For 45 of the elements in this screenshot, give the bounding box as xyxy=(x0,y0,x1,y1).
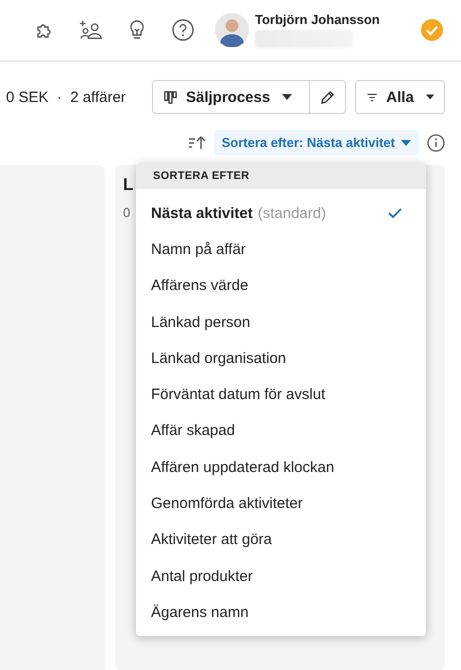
item-label: Länkad organisation xyxy=(151,350,286,367)
board-icon xyxy=(163,90,178,104)
item-label: Länkad person xyxy=(151,314,250,331)
menu-item[interactable]: Förväntat datum för avslut xyxy=(136,376,426,413)
item-label: Affär skapad xyxy=(151,422,235,440)
menu-item[interactable]: Ägarens namn xyxy=(136,594,426,631)
help-icon[interactable] xyxy=(171,18,195,42)
caret-icon xyxy=(426,94,434,100)
pencil-icon xyxy=(320,90,335,104)
user-name: Torbjörn Johansson xyxy=(255,12,381,27)
filter-dropdown[interactable]: Alla xyxy=(355,80,445,114)
item-label: Nästa aktivitet (standard) xyxy=(151,204,326,222)
check-badge-icon[interactable] xyxy=(421,19,443,41)
menu-item[interactable]: Affärens värde xyxy=(136,268,426,304)
menu-item[interactable]: Namn på affär xyxy=(136,231,426,268)
avatar-icon[interactable] xyxy=(215,13,249,47)
menu-item[interactable]: Affär skapad xyxy=(136,412,426,450)
add-people-icon[interactable] xyxy=(79,18,103,42)
column-title: L xyxy=(123,175,134,195)
item-label: Förväntat datum för avslut xyxy=(151,386,326,404)
sort-order-icon[interactable] xyxy=(188,134,206,152)
pipeline-dropdown[interactable]: Säljprocess xyxy=(152,80,310,114)
item-label: Antal produkter xyxy=(151,568,253,585)
caret-icon xyxy=(282,94,292,100)
item-label: Affären uppdaterad klockan xyxy=(151,458,334,476)
info-icon[interactable] xyxy=(427,134,445,152)
deal-summary: 0 SEK · 2 affärer xyxy=(6,88,127,106)
menu-item[interactable]: Nästa aktivitet (standard) xyxy=(136,195,426,232)
caret-icon xyxy=(401,140,411,146)
menu-item[interactable]: Aktiviteter att göra xyxy=(136,522,426,558)
column-amount: 0 xyxy=(123,205,130,220)
menu-heading: SORTERA EFTER xyxy=(136,163,426,189)
menu-item[interactable]: Länkad organisation xyxy=(136,340,426,376)
menu-item[interactable]: Länkad person xyxy=(136,304,426,340)
item-label: Ägarens namn xyxy=(151,604,249,621)
sort-dropdown[interactable]: Sortera efter: Nästa aktivitet xyxy=(214,130,419,155)
menu-item[interactable]: Genomförda aktiviteter xyxy=(136,485,426,522)
item-label: Aktiviteter att göra xyxy=(151,531,272,548)
item-label: Genomförda aktiviteter xyxy=(151,495,303,512)
menu-item[interactable]: Affären uppdaterad klockan xyxy=(136,449,426,486)
menu-item[interactable]: Antal produkter xyxy=(136,558,426,594)
item-label: Affärens värde xyxy=(151,277,248,294)
edit-button[interactable] xyxy=(310,80,346,114)
item-label: Namn på affär xyxy=(151,240,246,258)
check-icon xyxy=(388,208,402,218)
